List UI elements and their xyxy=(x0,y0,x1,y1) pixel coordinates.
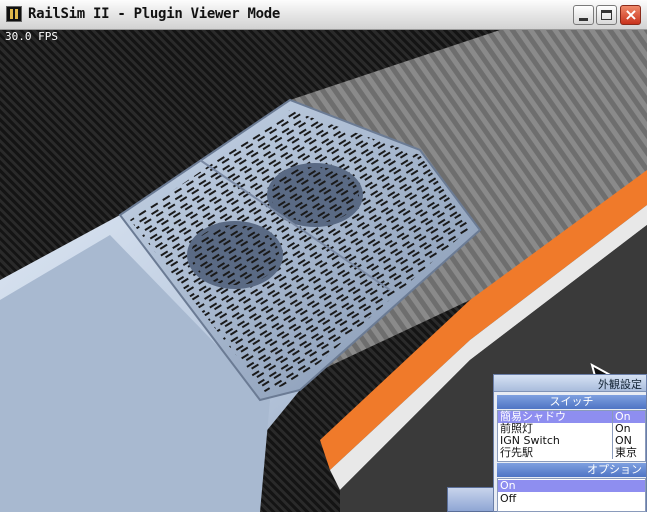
app-window: RailSim II - Plugin Viewer Mode × 30.0 F… xyxy=(0,0,647,512)
panel-title-bar[interactable]: 外観設定 xyxy=(494,375,646,392)
window-title: RailSim II - Plugin Viewer Mode xyxy=(28,6,280,22)
switch-row-destination[interactable]: 行先駅 東京 xyxy=(498,447,645,459)
app-icon xyxy=(6,6,22,22)
option-list: On Off xyxy=(497,478,646,512)
minimize-icon xyxy=(579,18,588,21)
maximize-icon xyxy=(601,10,612,20)
secondary-panel-tab[interactable] xyxy=(447,487,499,512)
option-item-off[interactable]: Off xyxy=(498,493,645,505)
maximize-button[interactable] xyxy=(596,5,617,25)
option-section-header[interactable]: オプション xyxy=(497,463,646,477)
close-icon: × xyxy=(624,5,638,24)
fps-counter: 30.0 FPS xyxy=(5,30,58,43)
close-button[interactable]: × xyxy=(620,5,641,25)
switch-section-header[interactable]: スイッチ xyxy=(497,395,646,409)
option-item-on[interactable]: On xyxy=(498,480,645,492)
switch-list: 簡易シャドウ On 前照灯 On IGN Switch ON 行先駅 東京 xyxy=(497,410,646,462)
appearance-settings-panel: 外観設定 スイッチ 簡易シャドウ On 前照灯 On IGN Switch ON… xyxy=(493,374,647,512)
title-bar[interactable]: RailSim II - Plugin Viewer Mode × xyxy=(0,0,647,30)
panel-title: 外観設定 xyxy=(598,378,642,391)
minimize-button[interactable] xyxy=(573,5,594,25)
